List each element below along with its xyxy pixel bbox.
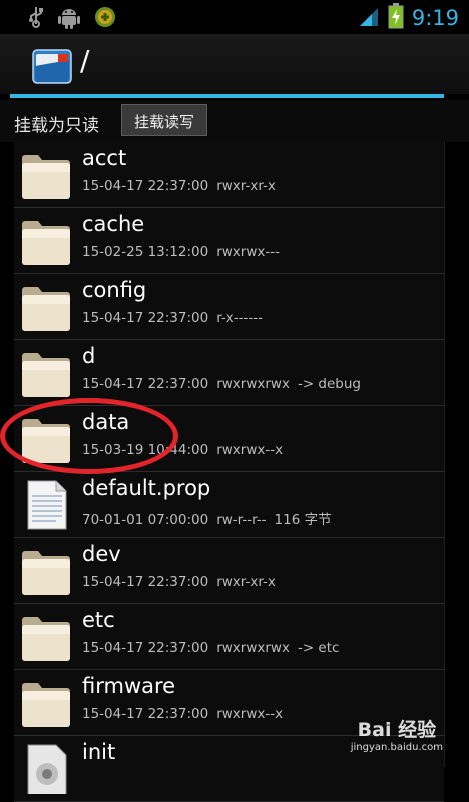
- folder-icon: [20, 678, 72, 728]
- mount-read-write-button[interactable]: 挂载读写: [121, 104, 207, 136]
- file-list: acct 15-04-17 22:37:00 rwxr-xr-x cache 15-02…: [14, 142, 444, 802]
- file-date: 15-04-17 22:37:00: [82, 706, 209, 722]
- file-extra: -> debug: [297, 376, 361, 392]
- file-meta: 15-04-17 22:37:00 rwxr-xr-x: [82, 574, 284, 590]
- file-name: data: [82, 410, 130, 434]
- file-row-config[interactable]: config 15-04-17 22:37:00 r-x------: [14, 274, 444, 340]
- file-row-d[interactable]: d 15-04-17 22:37:00 rwxrwxrwx -> debug: [14, 340, 444, 406]
- file-permissions: rwxrwxrwx: [216, 640, 290, 656]
- file-name: config: [82, 278, 147, 302]
- file-permissions: r-x------: [216, 310, 263, 326]
- file-meta: 15-04-17 22:37:00 rwxrwxrwx -> debug: [82, 376, 369, 392]
- file-name: d: [82, 344, 96, 368]
- folder-icon: [20, 612, 72, 662]
- folder-icon: [20, 282, 72, 332]
- file-name: acct: [82, 146, 127, 170]
- file-date: 15-04-17 22:37:00: [82, 310, 209, 326]
- action-bar-divider: [10, 94, 444, 98]
- baidu-jingyan-watermark: Bai 经验 jingyan.baidu.com: [351, 715, 443, 753]
- file-meta: 15-04-17 22:37:00 rwxrwxrwx -> etc: [82, 640, 347, 656]
- file-name: firmware: [82, 674, 176, 698]
- signal-icon: [358, 5, 380, 31]
- file-name: etc: [82, 608, 115, 632]
- file-manager-app-icon[interactable]: [32, 46, 72, 90]
- folder-icon: [20, 348, 72, 398]
- folder-icon: [20, 414, 72, 464]
- file-row-dev[interactable]: dev 15-04-17 22:37:00 rwxr-xr-x: [14, 538, 444, 604]
- file-name: default.prop: [82, 476, 211, 500]
- file-date: 70-01-01 07:00:00: [82, 512, 209, 528]
- file-permissions: rwxrwx--x: [216, 442, 284, 458]
- file-row-data[interactable]: data 15-03-19 10:44:00 rwxrwx--x: [14, 406, 444, 472]
- file-meta: 15-02-25 13:12:00 rwxrwx---: [82, 244, 288, 260]
- file-date: 15-04-17 22:37:00: [82, 178, 209, 194]
- usb-icon: [28, 6, 44, 32]
- folder-icon: [20, 546, 72, 596]
- file-name: init: [82, 740, 116, 764]
- folder-icon: [20, 216, 72, 266]
- action-bar: /: [0, 34, 469, 94]
- binary-file-icon: [20, 744, 72, 802]
- file-extra: -> etc: [297, 640, 340, 656]
- watermark-logo: Bai 经验: [357, 719, 437, 741]
- file-date: 15-04-17 22:37:00: [82, 640, 209, 656]
- file-row-acct[interactable]: acct 15-04-17 22:37:00 rwxr-xr-x: [14, 142, 444, 208]
- file-date: 15-04-17 22:37:00: [82, 376, 209, 392]
- file-meta: 70-01-01 07:00:00 rw-r--r-- 116 字节: [82, 508, 340, 528]
- file-meta: 15-04-17 22:37:00 rwxrwx--x: [82, 706, 291, 722]
- file-permissions: rwxr-xr-x: [216, 178, 276, 194]
- current-path: /: [80, 44, 90, 77]
- file-name: cache: [82, 212, 145, 236]
- file-permissions: rw-r--r--: [216, 512, 267, 528]
- mount-bar: 挂载为只读 挂载读写: [0, 100, 469, 142]
- android-debug-icon: [58, 5, 80, 33]
- file-permissions: rwxrwx--x: [216, 706, 284, 722]
- mount-status-label: 挂载为只读: [14, 116, 99, 136]
- file-meta: 15-03-19 10:44:00 rwxrwx--x: [82, 442, 291, 458]
- file-date: 15-04-17 22:37:00: [82, 574, 209, 590]
- status-bar: 9:19: [0, 0, 469, 34]
- file-date: 15-02-25 13:12:00: [82, 244, 209, 260]
- file-row-etc[interactable]: etc 15-04-17 22:37:00 rwxrwxrwx -> etc: [14, 604, 444, 670]
- list-edge: [444, 142, 445, 767]
- file-date: 15-03-19 10:44:00: [82, 442, 209, 458]
- file-permissions: rwxrwxrwx: [216, 376, 290, 392]
- text-file-icon: [20, 480, 72, 530]
- file-meta: 15-04-17 22:37:00 r-x------: [82, 310, 271, 326]
- battery-charging-icon: [388, 3, 404, 33]
- app-notification-icon: [94, 6, 116, 32]
- file-permissions: rwxrwx---: [216, 244, 280, 260]
- file-permissions: rwxr-xr-x: [216, 574, 276, 590]
- file-row-cache[interactable]: cache 15-02-25 13:12:00 rwxrwx---: [14, 208, 444, 274]
- clock-time: 9:19: [411, 6, 459, 30]
- file-row-default-prop[interactable]: default.prop 70-01-01 07:00:00 rw-r--r-- 11…: [14, 472, 444, 538]
- folder-icon: [20, 150, 72, 200]
- file-name: dev: [82, 542, 121, 566]
- watermark-url: jingyan.baidu.com: [350, 742, 443, 753]
- file-meta: 15-04-17 22:37:00 rwxr-xr-x: [82, 178, 284, 194]
- file-extra: 116 字节: [274, 512, 332, 528]
